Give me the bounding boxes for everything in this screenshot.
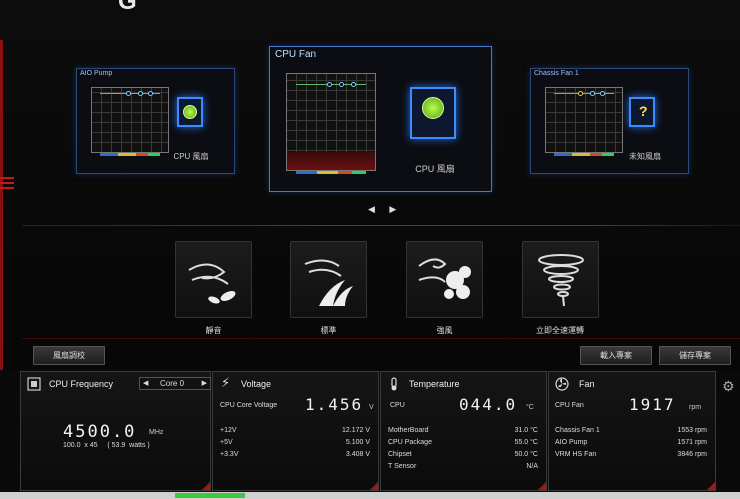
fan-card-aio-pump[interactable]: AIO Pump CPU 風扇 <box>76 68 235 174</box>
strong-wind-icon <box>418 258 471 299</box>
voltage-row-value: 12.172 V <box>341 427 370 434</box>
temperature-row-label: MotherBoard <box>388 427 429 434</box>
cpu-frequency-detail: 100.0 x 45 ( 53.9 watts ) <box>63 442 150 449</box>
preset-label: 強風 <box>436 326 453 335</box>
temperature-row-value: 55.0 °C <box>514 439 538 446</box>
progress-indicator <box>175 493 245 498</box>
divider <box>22 225 740 226</box>
preset-label: 立即全速運轉 <box>536 326 584 335</box>
load-profile-button[interactable]: 載入專案 <box>580 346 652 365</box>
unknown-fan-icon: ? <box>639 103 648 119</box>
cpu-frequency-value: 4500.0 <box>63 422 137 442</box>
fan-tuning-button[interactable]: 風扇調校 <box>33 346 105 365</box>
fan-panel: Fan CPU Fan 1917 rpm Chassis Fan 1 1553 … <box>548 371 716 491</box>
voltage-row-label: +12V <box>220 427 237 434</box>
panel-title: CPU Frequency <box>49 379 114 389</box>
fan-row-label: AIO Pump <box>555 439 588 446</box>
voltage-row-value: 5.100 V <box>345 439 370 446</box>
fan-main-value: 1917 <box>629 395 676 414</box>
fan-card-chassis-fan-1[interactable]: Chassis Fan 1 ? 未知風扇 <box>530 68 689 174</box>
fan-case-icon: ? <box>629 97 655 127</box>
prev-core-icon[interactable]: ◀ <box>143 379 148 387</box>
temperature-row-value: 31.0 °C <box>514 427 538 434</box>
voltage-panel: ⚡ Voltage CPU Core Voltage 1.456 V +12V … <box>212 371 379 491</box>
fan-curve-graph[interactable] <box>286 73 376 174</box>
preset-turbo-button[interactable] <box>406 241 483 318</box>
voltage-row-value: 3.408 V <box>345 451 370 458</box>
fan-row-value: 3846 rpm <box>677 451 707 458</box>
panel-title: Temperature <box>409 379 460 389</box>
next-core-icon[interactable]: ▶ <box>202 379 207 387</box>
fan-card-cpu-fan[interactable]: CPU Fan CPU 風扇 <box>269 46 492 192</box>
voltage-main-label: CPU Core Voltage <box>220 402 278 409</box>
fan-row-label: VRM HS Fan <box>555 451 597 458</box>
fan-icon <box>422 97 444 119</box>
taskbar-strip <box>0 492 740 499</box>
voltage-main-value: 1.456 <box>305 395 364 414</box>
core-select[interactable]: ◀ Core 0 ▶ <box>139 377 211 390</box>
cpu-frequency-unit: MHz <box>149 429 164 436</box>
temperature-main-unit: °C <box>526 404 534 411</box>
fan-card-title: Chassis Fan 1 <box>534 70 579 77</box>
fan-row-value: 1553 rpm <box>677 427 707 434</box>
core-select-value: Core 0 <box>160 379 185 388</box>
fan-row-value: 1571 rpm <box>677 439 707 446</box>
fan-card-label: 未知風扇 <box>629 152 661 161</box>
temperature-row-label: Chipset <box>388 451 412 458</box>
panel-title: Fan <box>579 379 595 389</box>
fan-nav-arrows[interactable]: ◀ ▶ <box>368 204 402 215</box>
tornado-icon <box>538 254 584 307</box>
divider <box>22 338 740 339</box>
fan-xpert-area: G AIO Pump CPU 風扇 CPU Fan CPU 風扇 Chassis… <box>0 0 740 370</box>
temperature-main-value: 044.0 <box>459 395 518 414</box>
preset-label: 標準 <box>320 326 337 335</box>
fan-curve-graph[interactable] <box>91 87 169 156</box>
temperature-main-label: CPU <box>390 402 405 409</box>
fan-card-title: CPU Fan <box>275 49 317 60</box>
fan-main-label: CPU Fan <box>555 402 584 409</box>
panel-title: Voltage <box>241 379 272 389</box>
temperature-row-label: CPU Package <box>388 439 432 446</box>
wind-grass-icon <box>304 259 353 306</box>
settings-gear-icon[interactable]: ⚙ <box>722 378 735 395</box>
wind-leaves-icon <box>188 263 236 304</box>
logo: G <box>118 0 137 15</box>
preset-label: 靜音 <box>205 326 222 335</box>
menu-icon[interactable] <box>0 177 14 189</box>
fan-row-label: Chassis Fan 1 <box>555 427 600 434</box>
temperature-row-label: T Sensor <box>388 463 417 470</box>
cpu-chip-icon <box>27 377 41 391</box>
fan-card-label: CPU 風扇 <box>173 152 209 161</box>
preset-full-speed-button[interactable] <box>522 241 599 318</box>
temperature-row-value: N/A <box>526 463 538 470</box>
temperature-row-value: 50.0 °C <box>514 451 538 458</box>
preset-standard-button[interactable] <box>290 241 367 318</box>
fan-case-icon <box>410 87 456 139</box>
fan-icon <box>183 105 197 119</box>
lightning-icon: ⚡ <box>221 375 231 390</box>
voltage-row-label: +5V <box>220 439 233 446</box>
fan-main-unit: rpm <box>689 404 702 411</box>
cpu-frequency-panel: CPU Frequency ◀ Core 0 ▶ 4500.0 MHz 100.… <box>20 371 211 491</box>
fan-curve-graph[interactable] <box>545 87 623 156</box>
fan-card-title: AIO Pump <box>80 70 113 77</box>
voltage-main-unit: V <box>369 404 374 411</box>
thermometer-icon <box>391 377 397 391</box>
save-profile-button[interactable]: 儲存專案 <box>659 346 731 365</box>
fan-case-icon <box>177 97 203 127</box>
voltage-row-label: +3.3V <box>220 451 239 458</box>
temperature-panel: Temperature CPU 044.0 °C MotherBoard 31.… <box>380 371 547 491</box>
side-tab <box>0 40 3 370</box>
fan-icon <box>555 377 569 391</box>
preset-silent-button[interactable] <box>175 241 252 318</box>
fan-card-label: CPU 風扇 <box>415 164 455 174</box>
